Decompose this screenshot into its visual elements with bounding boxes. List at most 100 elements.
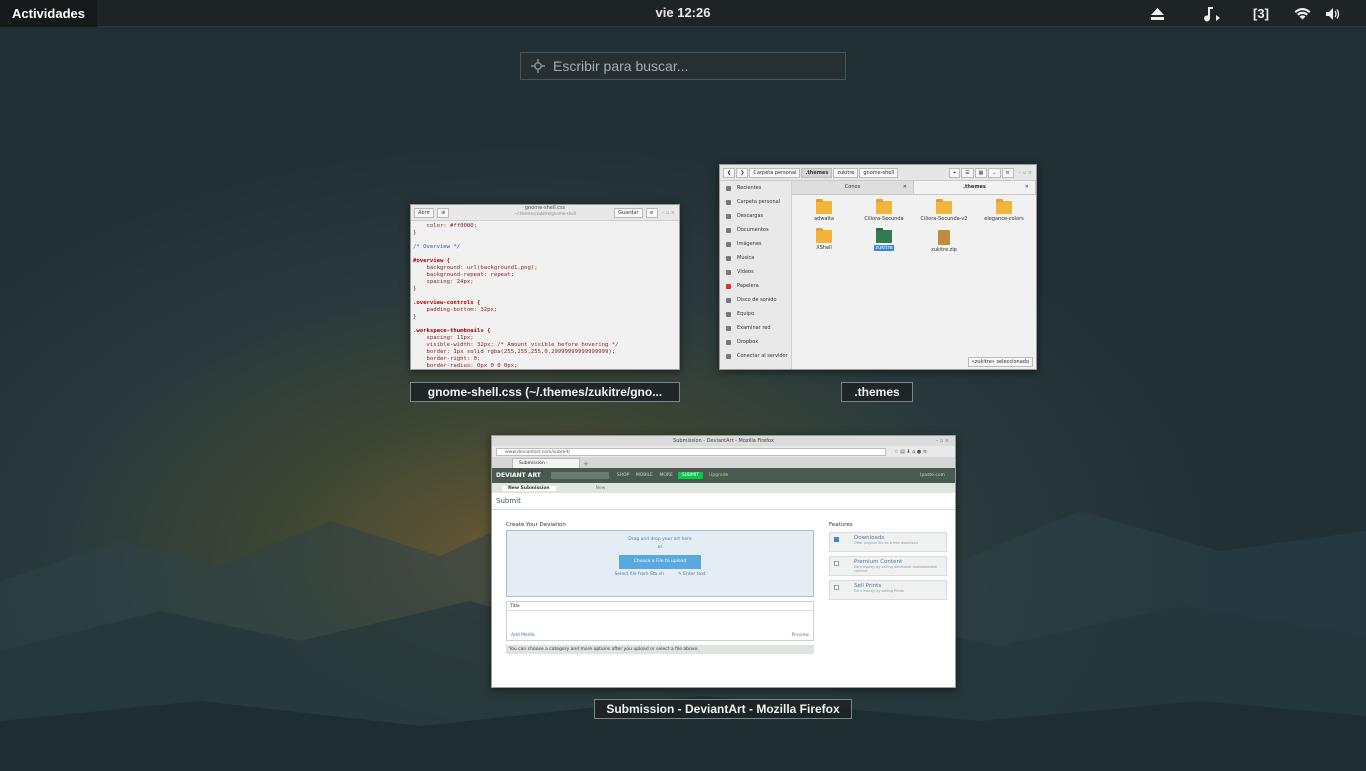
enter-text-link[interactable]: ✎ Enter text [678,572,706,577]
sidebar-item-label: Carpeta personal [737,199,781,205]
code-line: background-repeat: repeat; [413,272,515,278]
feature-description: Earn money by selling additional downloa… [854,565,937,573]
forward-button[interactable]: ❯ [736,167,749,178]
choose-file-button[interactable]: Choose a File to upload [619,555,701,569]
place-icon [726,325,731,331]
user-menu[interactable]: Ipaste.com [920,473,945,478]
menu-icon[interactable]: ≡ [645,207,658,218]
volume-icon[interactable] [1326,0,1366,27]
feature-checkbox[interactable] [834,561,839,566]
drop-zone[interactable]: Drag and drop your art here or Choose a … [506,530,814,597]
folder-icon [876,228,892,243]
sidebar-item[interactable]: Recientes [720,181,791,195]
place-icon [726,297,731,303]
code-line: spacing: 24px; [413,279,474,285]
view-options-icon[interactable]: ⌄ [988,167,1001,178]
sidebar-item[interactable]: Papelera [720,279,791,293]
window-thumbnail-files[interactable]: ❮ ❯ Carpeta personal .themes zukitre gno… [719,164,1037,370]
sidebar-item[interactable]: Conectar al servidor [720,349,791,363]
file-item[interactable]: XShell [794,228,854,253]
url-input[interactable]: www.deviantart.com/submit/ [496,447,886,456]
nav-shop[interactable]: SHOP [617,473,630,478]
sidebar-item[interactable]: Imágenes [720,237,791,251]
drop-text: Drag and drop your art here [628,537,692,542]
breadcrumb-gnome-shell[interactable]: gnome-shell [859,167,899,178]
new-tab-icon[interactable]: ⊕ [437,207,450,218]
activities-button[interactable]: Actividades [0,0,97,27]
nav-mobile[interactable]: MOBILE [636,473,653,478]
open-button[interactable]: Abrir [414,207,435,218]
breadcrumb-zukitre[interactable]: zukitre [833,167,859,178]
firefox-tabs: Submission - DeviantArt + [492,457,955,475]
site-search[interactable] [550,472,609,479]
sidebar-item[interactable]: Música [720,251,791,265]
tab-new-submission[interactable]: New Submission [502,485,556,491]
title-field[interactable]: Title Add Media Preview [506,601,814,641]
file-item[interactable]: adwaita [794,199,854,222]
toolbar-icons[interactable]: ☆ ▤ ⬇ ⌂ ● ≡ [894,449,927,455]
wifi-icon[interactable] [1278,0,1326,27]
window-controls[interactable]: – ▫ × [1019,170,1032,176]
sidebar-item[interactable]: Vídeos [720,265,791,279]
deviantart-logo[interactable]: DEVIANT ART [496,472,541,479]
submit-nav-button[interactable]: SUBMIT [677,472,704,479]
save-button[interactable]: Guardar [614,207,643,218]
nav-more[interactable]: MORE [659,473,672,478]
place-icon [726,241,731,247]
sidebar-item[interactable]: Carpeta personal [720,195,791,209]
features-heading: Features [829,522,853,528]
window-caption-editor[interactable]: gnome-shell.css (~/.themes/zukitre/gno..… [410,382,680,402]
file-name: adwaita [814,216,834,222]
editor-code[interactable]: color: #ff0000;} /* Overview */ #overview … [411,221,679,369]
window-caption-firefox[interactable]: Submission - DeviantArt - Mozilla Firefo… [594,699,852,719]
file-item[interactable]: Ciliora-Secunda [854,199,914,222]
file-item[interactable]: zukitre [854,228,914,253]
music-note-icon[interactable] [1180,0,1244,27]
location-icon[interactable]: ⌖ [949,167,961,178]
folder-icon [876,199,892,214]
add-media-link[interactable]: Add Media [511,633,535,638]
breadcrumb-home[interactable]: Carpeta personal [749,167,801,178]
window-thumbnail-editor[interactable]: Abrir ⊕ gnome-shell.css ~/.themes/zukitr… [410,204,680,370]
search-input[interactable] [553,58,823,74]
sidebar-item[interactable]: Examinar red [720,321,791,335]
window-thumbnail-firefox[interactable]: Submission - DeviantArt - Mozilla Firefo… [491,435,956,688]
file-item[interactable]: elegance-colors [974,199,1034,222]
window-controls[interactable]: – ▫ × [662,210,675,216]
sidebar-item[interactable]: Disco de sonido [720,293,791,307]
folder-icon [816,199,832,214]
workspace-indicator[interactable]: [3] [1244,0,1278,27]
list-view-icon[interactable]: ☰ [961,167,974,178]
sidebar-item-label: Examinar red [737,325,771,331]
tab-submission[interactable]: Submission - DeviantArt [512,458,580,475]
feature-checkbox[interactable] [834,585,839,590]
new-tab-icon[interactable]: + [583,460,589,468]
feature-card: Downloads Offer original file as a free d… [829,532,947,552]
sidebar-item[interactable]: Equipo [720,307,791,321]
back-button[interactable]: ❮ [723,167,736,178]
top-bar: Actividades vie 12:26 [3] [0,0,1366,27]
sidebar-item[interactable]: Descargas [720,209,791,223]
window-caption-files[interactable]: .themes [841,382,913,402]
stash-link[interactable]: Select file from Sta.sh [614,572,664,577]
preview-link[interactable]: Preview [791,633,809,638]
file-item[interactable]: Ciliora-Secunda-v2 [914,199,974,222]
sidebar-item[interactable]: Documentos [720,223,791,237]
overview-search[interactable] [520,52,846,80]
eject-icon[interactable] [1134,0,1180,27]
feature-checkbox[interactable] [834,537,839,542]
menu-icon[interactable]: ≡ [1001,167,1014,178]
file-item[interactable]: zukitre.zip [914,230,974,253]
place-icon [726,227,731,233]
sidebar-item[interactable]: Dropbox [720,335,791,349]
upgrade-link[interactable]: Upgrade [709,473,728,478]
grid-view-icon[interactable]: ▦ [974,167,988,178]
clock-button[interactable]: vie 12:26 [656,5,711,20]
submit-link[interactable]: Submit [496,497,521,505]
tab-themes[interactable]: .themes ✕ [914,181,1036,194]
drop-or: or [657,545,663,550]
tab-new[interactable]: New [596,486,606,491]
breadcrumb-themes[interactable]: .themes [801,167,833,178]
tab-conos[interactable]: Conos ✕ [792,181,914,194]
feature-description: Offer original file as a free download [854,541,918,545]
